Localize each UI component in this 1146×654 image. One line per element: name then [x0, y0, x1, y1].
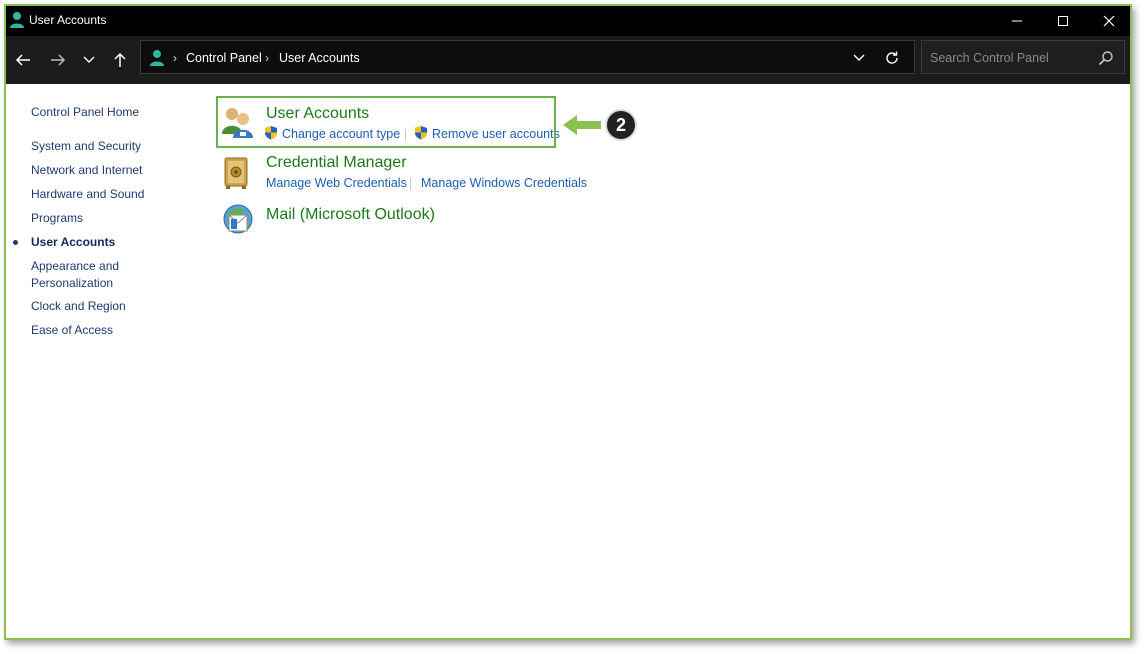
chevron-down-icon [853, 54, 865, 61]
sidebar-item-ease-of-access[interactable]: Ease of Access [31, 322, 113, 339]
recent-locations-button[interactable] [76, 48, 102, 72]
user-accounts-icon [150, 50, 164, 66]
link-separator [410, 178, 411, 190]
manage-web-credentials-link[interactable]: Manage Web Credentials [266, 176, 407, 190]
category-title-mail[interactable]: Mail (Microsoft Outlook) [266, 206, 435, 224]
sidebar-item-programs[interactable]: Programs [31, 210, 83, 227]
search-icon [1098, 51, 1113, 66]
refresh-button[interactable] [881, 47, 903, 69]
maximize-button[interactable] [1040, 6, 1086, 36]
highlight-box [216, 96, 556, 148]
address-bar[interactable]: › Control Panel › User Accounts [140, 40, 915, 74]
arrow-up-icon [114, 52, 126, 67]
address-dropdown-button[interactable] [849, 49, 869, 67]
vault-icon[interactable] [222, 156, 252, 190]
step-number: 2 [616, 115, 626, 135]
breadcrumb-control-panel[interactable]: Control Panel [186, 51, 262, 65]
search-input[interactable]: Search Control Panel [921, 40, 1125, 74]
sidebar-item-control-panel-home[interactable]: Control Panel Home [31, 104, 139, 121]
refresh-icon [886, 51, 898, 64]
step-callout: 2 [563, 109, 637, 141]
chevron-down-icon [83, 56, 95, 63]
mail-icon[interactable] [221, 203, 255, 237]
forward-button[interactable] [45, 48, 71, 72]
sidebar-item-system-and-security[interactable]: System and Security [31, 138, 141, 155]
active-indicator-dot [13, 240, 18, 245]
navigation-bar: › Control Panel › User Accounts Search C… [6, 36, 1130, 84]
breadcrumb-separator: › [173, 51, 177, 65]
sidebar-item-clock-and-region[interactable]: Clock and Region [31, 298, 126, 315]
category-title-credential-manager[interactable]: Credential Manager [266, 154, 407, 172]
manage-windows-credentials-link[interactable]: Manage Windows Credentials [421, 176, 587, 190]
sidebar-item-hardware-and-sound[interactable]: Hardware and Sound [31, 186, 144, 203]
user-accounts-icon [10, 12, 24, 28]
breadcrumb-user-accounts[interactable]: User Accounts [279, 51, 360, 65]
sidebar-item-appearance-and-personalization[interactable]: Appearance and Personalization [31, 258, 141, 292]
control-panel-window: User Accounts › Control Panel › User Acc… [4, 4, 1132, 640]
arrow-left-icon [15, 54, 30, 66]
maximize-icon [1058, 16, 1068, 26]
sidebar-item-network-and-internet[interactable]: Network and Internet [31, 162, 142, 179]
search-placeholder: Search Control Panel [930, 51, 1049, 65]
minimize-button[interactable] [994, 6, 1040, 36]
back-button[interactable] [10, 48, 36, 72]
up-button[interactable] [107, 48, 133, 72]
arrow-right-icon [51, 54, 66, 66]
close-icon [1103, 15, 1115, 27]
sidebar-item-user-accounts[interactable]: User Accounts [31, 234, 115, 251]
close-button[interactable] [1086, 6, 1130, 36]
window-title: User Accounts [29, 13, 107, 27]
breadcrumb-separator: › [265, 51, 269, 65]
title-bar: User Accounts [6, 6, 1130, 36]
minimize-icon [1012, 20, 1022, 22]
